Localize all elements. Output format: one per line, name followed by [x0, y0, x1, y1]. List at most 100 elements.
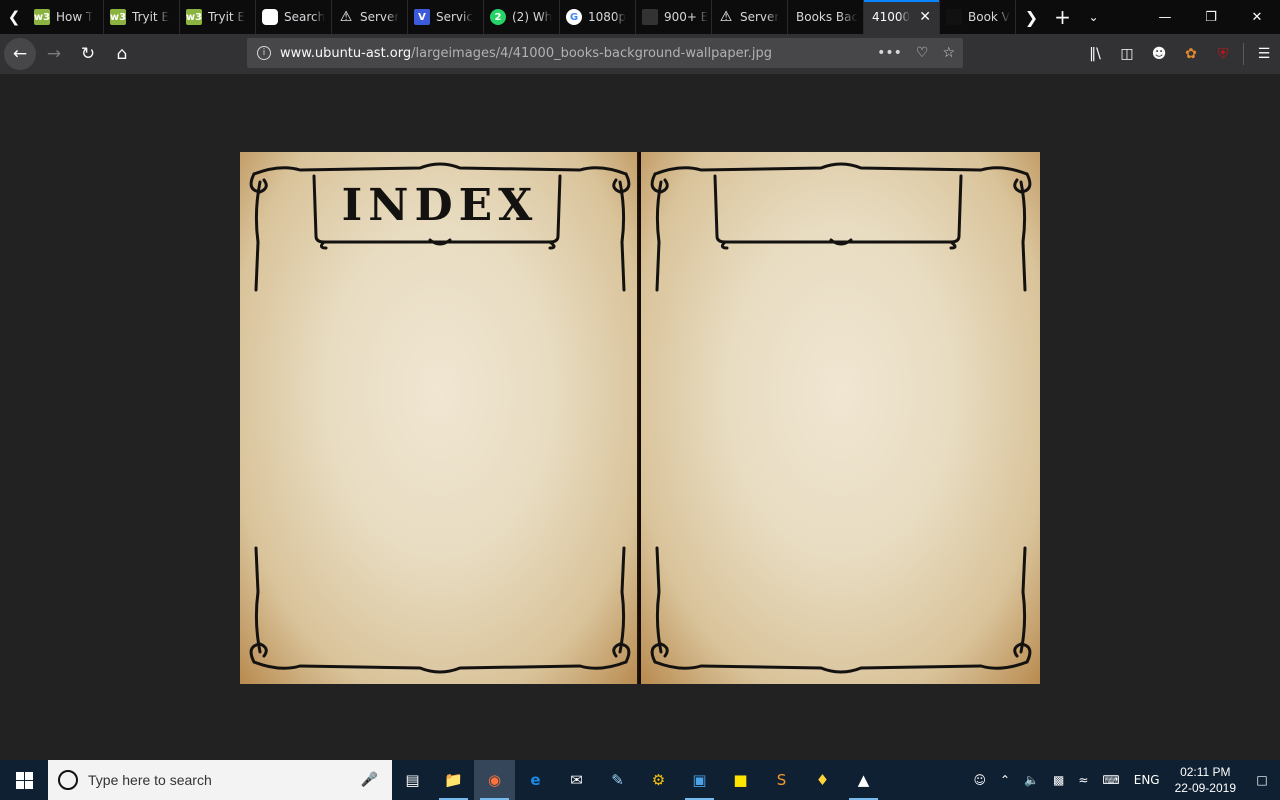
home-button[interactable]: ⌂	[106, 38, 138, 70]
extension-cookie-icon[interactable]: ✿	[1175, 46, 1207, 62]
close-tab-icon[interactable]: ✕	[919, 9, 931, 25]
right-page-ornament	[650, 162, 1032, 674]
tab-strip: ❮ w3 How T w3 Tryit E w3 Tryit E Search ⚠ Se…	[0, 0, 1280, 34]
site-info-icon[interactable]: i	[257, 46, 271, 60]
pocket-icon[interactable]: ♡	[916, 45, 929, 61]
google-icon: G	[566, 9, 582, 25]
w3-green-icon: w3	[110, 9, 126, 25]
people-icon[interactable]: ☺	[966, 773, 993, 787]
tab-actions: ❯ + ⌄	[1016, 0, 1109, 34]
minimize-button[interactable]: —	[1142, 0, 1188, 34]
url-path: /largeimages/4/41000_books-background-wa…	[411, 45, 773, 61]
tab-12[interactable]: Book V	[940, 0, 1016, 34]
dark-icon	[946, 9, 962, 25]
list-all-tabs-button[interactable]: ⌄	[1078, 10, 1109, 24]
firefox-icon[interactable]: ◉	[474, 760, 515, 800]
tab-label: 41000_	[872, 10, 910, 24]
tab-label: Server	[360, 10, 400, 24]
page-actions-icon[interactable]: •••	[877, 45, 902, 61]
bookmark-star-icon[interactable]: ☆	[942, 45, 955, 61]
ublock-icon[interactable]: ⛨	[1207, 46, 1239, 62]
cortana-icon	[58, 770, 78, 790]
search-placeholder: Type here to search	[88, 772, 212, 788]
account-icon[interactable]: ☻	[1143, 46, 1175, 62]
wifi-icon[interactable]: ≈	[1071, 773, 1095, 787]
clock[interactable]: 02:11 PM 22-09-2019	[1167, 764, 1244, 796]
keyboard-icon[interactable]: ⌨	[1095, 773, 1126, 787]
windows-logo-icon	[15, 771, 33, 789]
tab-3[interactable]: Search	[256, 0, 332, 34]
tab-label: 900+ E	[664, 10, 709, 24]
tab-6[interactable]: 2 (2) Wh	[484, 0, 560, 34]
app-icon[interactable]: ⚙	[638, 760, 679, 800]
notepad-icon[interactable]: ✎	[597, 760, 638, 800]
shield-icon	[262, 9, 278, 25]
sidebar-icon[interactable]: ◫	[1111, 46, 1143, 62]
tab-7[interactable]: G 1080p	[560, 0, 636, 34]
menu-icon[interactable]: ☰	[1248, 46, 1280, 62]
tab-label: Search	[284, 10, 326, 24]
back-button[interactable]: ←	[4, 38, 36, 70]
left-page: INDEX	[240, 152, 639, 684]
scroll-tabs-left-button[interactable]: ❮	[0, 0, 28, 34]
start-button[interactable]	[0, 760, 48, 800]
tab-label: 1080p	[588, 10, 627, 24]
battery-icon[interactable]: ▩	[1046, 773, 1071, 787]
library-icon[interactable]: ‖\	[1079, 46, 1111, 62]
system-tray: ☺ ⌃ 🔈 ▩ ≈ ⌨ ENG 02:11 PM 22-09-2019 □	[966, 760, 1280, 800]
tab-label: Books Bac	[796, 10, 859, 24]
store-icon[interactable]: ▣	[679, 760, 720, 800]
tab-0[interactable]: w3 How T	[28, 0, 104, 34]
taskbar-search-box[interactable]: Type here to search 🎤	[48, 760, 392, 800]
url-host: www.ubuntu-ast.org	[280, 45, 412, 61]
restore-button[interactable]: ❐	[1188, 0, 1234, 34]
warning-icon: ⚠	[719, 9, 733, 25]
language-indicator[interactable]: ENG	[1127, 773, 1167, 787]
url-actions: ••• ♡ ☆	[877, 45, 963, 61]
dark-icon	[642, 9, 658, 25]
book-wallpaper-image: INDEX	[240, 152, 1040, 684]
tab-label: (2) Wh	[512, 10, 553, 24]
sticky-notes-icon[interactable]: ■	[720, 760, 761, 800]
tab-label: Tryit E	[132, 10, 170, 24]
tab-label: How T	[56, 10, 94, 24]
reload-button[interactable]: ↻	[72, 38, 104, 70]
tab-2[interactable]: w3 Tryit E	[180, 0, 256, 34]
tab-9[interactable]: ⚠ Server	[712, 0, 788, 34]
tab-10[interactable]: Books Bac	[788, 0, 864, 34]
show-hidden-icons-icon[interactable]: ⌃	[993, 773, 1017, 787]
warning-icon: ⚠	[339, 9, 353, 25]
url-bar[interactable]: i www.ubuntu-ast.org/largeimages/4/41000…	[247, 38, 963, 68]
clock-time: 02:11 PM	[1180, 765, 1231, 779]
photos-icon[interactable]: ▲	[843, 760, 884, 800]
tab-label: Servic	[436, 10, 473, 24]
tab-8[interactable]: 900+ E	[636, 0, 712, 34]
navigation-toolbar: ← → ↻ ⌂ i www.ubuntu-ast.org/largeimages…	[0, 34, 1280, 74]
tab-11-active[interactable]: 41000_ ✕	[864, 0, 940, 34]
windows-taskbar: Type here to search 🎤 ▤ 📁 ◉ e ✉ ✎ ⚙ ▣ ■ …	[0, 760, 1280, 800]
tab-5[interactable]: V Servic	[408, 0, 484, 34]
toolbar-right: ‖\ ◫ ☻ ✿ ⛨ ☰	[1079, 34, 1280, 74]
forward-button[interactable]: →	[38, 38, 70, 70]
action-center-icon[interactable]: □	[1244, 773, 1280, 787]
whatsapp-icon: 2	[490, 9, 506, 25]
new-tab-button[interactable]: +	[1047, 5, 1078, 29]
tab-1[interactable]: w3 Tryit E	[104, 0, 180, 34]
mail-icon[interactable]: ✉	[556, 760, 597, 800]
right-page	[641, 152, 1040, 684]
clock-date: 22-09-2019	[1174, 781, 1236, 795]
file-explorer-icon[interactable]: 📁	[433, 760, 474, 800]
window-controls: — ❐ ✕	[1142, 0, 1280, 34]
scroll-tabs-right-button[interactable]: ❯	[1016, 8, 1047, 27]
python-icon[interactable]: ♦	[802, 760, 843, 800]
sublime-text-icon[interactable]: S	[761, 760, 802, 800]
volume-icon[interactable]: 🔈	[1017, 773, 1046, 787]
edge-icon[interactable]: e	[515, 760, 556, 800]
task-view-icon[interactable]: ▤	[392, 760, 433, 800]
tab-label: Server	[740, 10, 780, 24]
close-window-button[interactable]: ✕	[1234, 0, 1280, 34]
tab-4[interactable]: ⚠ Server	[332, 0, 408, 34]
v-icon: V	[414, 9, 430, 25]
w3-green-icon: w3	[186, 9, 202, 25]
microphone-icon[interactable]: 🎤	[361, 772, 378, 788]
